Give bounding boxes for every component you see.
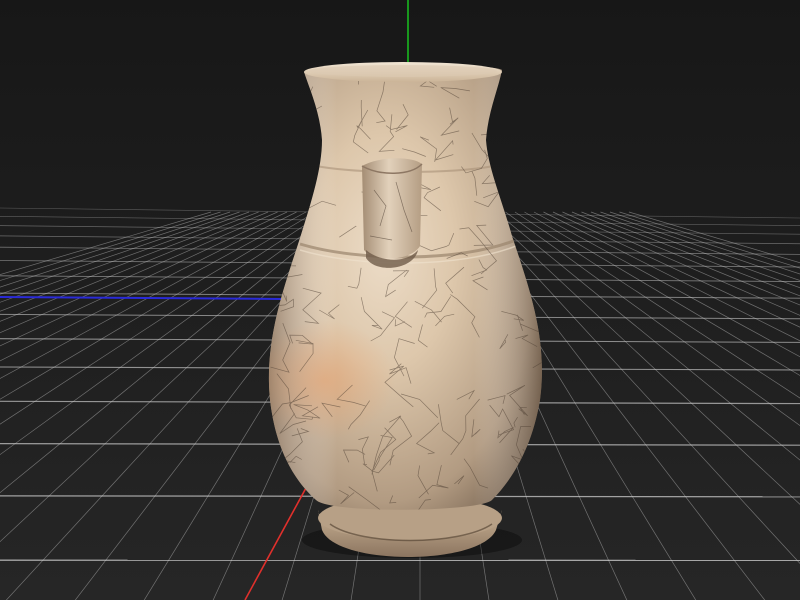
scene[interactable] [0,0,800,600]
3d-viewport[interactable] [0,0,800,600]
vase-handle [361,158,423,268]
warm-reflection [268,320,395,440]
